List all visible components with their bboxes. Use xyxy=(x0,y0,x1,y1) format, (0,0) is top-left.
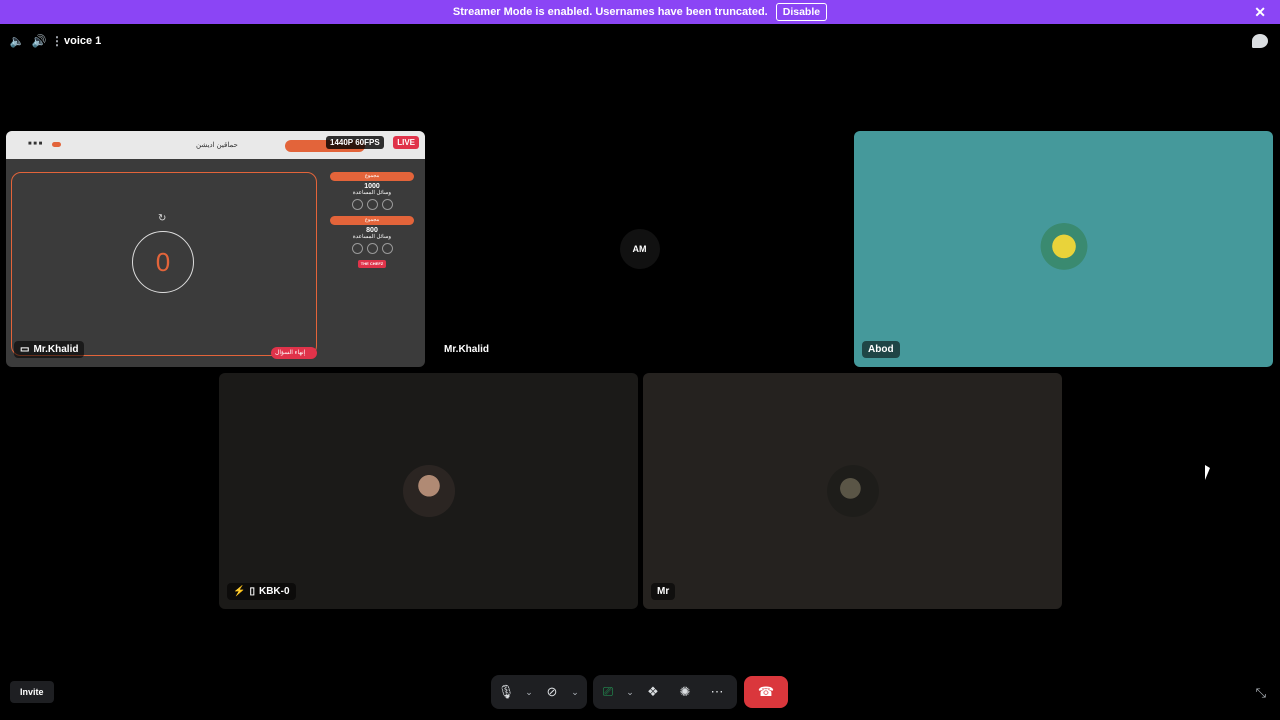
fullscreen-exit-icon[interactable]: ⤡ xyxy=(1256,685,1266,701)
invite-button[interactable]: Invite xyxy=(10,681,54,703)
avatar xyxy=(1037,223,1090,275)
close-icon[interactable]: ✕ xyxy=(1254,4,1266,21)
helper-icons xyxy=(330,199,414,210)
participant-tile[interactable]: Mr xyxy=(643,373,1062,609)
username: Mr.Khalid xyxy=(33,344,79,355)
activities-icon[interactable]: ❖ xyxy=(637,675,669,709)
mobile-icon: ▯ xyxy=(249,586,255,597)
screen-share-icon[interactable]: ⎚ xyxy=(593,675,623,709)
voice-channel-header: 🔈 🔊 ⋮ voice 1 xyxy=(0,24,1280,58)
avatar xyxy=(826,465,879,517)
helper-icon xyxy=(381,199,393,210)
mouse-cursor xyxy=(1205,465,1210,480)
side-value: 1000 xyxy=(364,183,380,190)
helper-icons xyxy=(330,243,414,254)
username: Mr.Khalid xyxy=(444,344,490,355)
stream-side-panel: مجموع 1000 وسائل المساعدة مجموع 800 وسائ… xyxy=(330,172,414,268)
activity-controls: ⎚ ⌄ ❖ ✺ ⋯ xyxy=(593,675,737,709)
participant-tile[interactable]: ⚡ ▯ KBK-0 xyxy=(219,373,638,609)
stream-menu-item: ■ ■ ■ xyxy=(28,141,43,147)
soundboard-icon[interactable]: ✺ xyxy=(669,675,701,709)
reset-icon: ↻ xyxy=(158,213,167,224)
brand-logo: THE CHEFZ xyxy=(358,260,386,268)
username: Abod xyxy=(862,341,900,358)
stream-user-label: ▭ Mr.Khalid xyxy=(14,341,85,358)
stream-header: ■ ■ ■ حماقين اديشن 1440P 60FPS LIVE xyxy=(6,131,425,159)
screen-share-icon: ▭ xyxy=(20,344,30,355)
side-bar: مجموع xyxy=(330,216,414,225)
side-sub: وسائل المساعدة xyxy=(352,190,392,196)
helper-icon xyxy=(366,199,378,210)
disable-streamer-mode-button[interactable]: Disable xyxy=(775,3,828,21)
stream-tile[interactable]: ■ ■ ■ حماقين اديشن 1440P 60FPS LIVE ↻ 0 … xyxy=(6,131,425,367)
helper-icon xyxy=(366,243,378,254)
stream-resolution-badge: 1440P 60FPS xyxy=(326,136,384,149)
camera-off-icon[interactable]: ⊘ xyxy=(537,675,567,709)
side-bar: مجموع xyxy=(330,172,414,181)
participant-tile[interactable]: Abod xyxy=(854,131,1273,367)
avatar: AM xyxy=(619,229,660,269)
participant-tile[interactable]: AM Mr.Khalid xyxy=(430,131,849,367)
username: KBK-0 xyxy=(258,586,290,597)
username: Mr xyxy=(651,583,676,600)
avatar xyxy=(402,465,455,517)
side-block: مجموع 800 وسائل المساعدة xyxy=(330,216,414,254)
stream-header-left: ■ ■ ■ xyxy=(28,141,62,147)
toggle-icon xyxy=(52,141,62,147)
streamer-mode-banner: Streamer Mode is enabled. Usernames have… xyxy=(0,0,1280,24)
side-sub: وسائل المساعدة xyxy=(352,234,392,240)
side-value: 800 xyxy=(366,227,378,234)
chevron-down-icon[interactable]: ⌄ xyxy=(521,675,537,709)
chevron-down-icon[interactable]: ⌄ xyxy=(623,675,637,709)
deafened-icon: ⚡ xyxy=(233,586,246,597)
chat-icon[interactable] xyxy=(1252,34,1268,48)
helper-icon xyxy=(381,243,393,254)
speaker-icon[interactable]: 🔈 xyxy=(10,34,25,48)
chevron-down-icon[interactable]: ⌄ xyxy=(567,675,583,709)
helper-icon xyxy=(351,243,363,254)
microphone-icon[interactable]: 🎙 xyxy=(491,675,521,709)
stream-header-title: حماقين اديشن xyxy=(196,142,238,149)
audio-video-controls: 🎙 ⌄ ⊘ ⌄ xyxy=(491,675,587,709)
more-icon[interactable]: ⋯ xyxy=(701,675,733,709)
more-vertical-icon[interactable]: ⋮ xyxy=(51,34,63,48)
channel-name: voice 1 xyxy=(64,35,102,47)
banner-message: Streamer Mode is enabled. Usernames have… xyxy=(452,6,768,18)
live-badge: LIVE xyxy=(393,136,419,149)
disconnect-button[interactable]: ☎ xyxy=(744,676,788,708)
participant-label: ⚡ ▯ KBK-0 xyxy=(227,583,296,600)
helper-icon xyxy=(351,199,363,210)
exit-question-button: إنهاء السؤال xyxy=(271,347,317,359)
volume-icon[interactable]: 🔊 xyxy=(32,34,47,48)
timer-ring: 0 xyxy=(132,231,194,293)
side-block: مجموع 1000 وسائل المساعدة xyxy=(330,172,414,210)
